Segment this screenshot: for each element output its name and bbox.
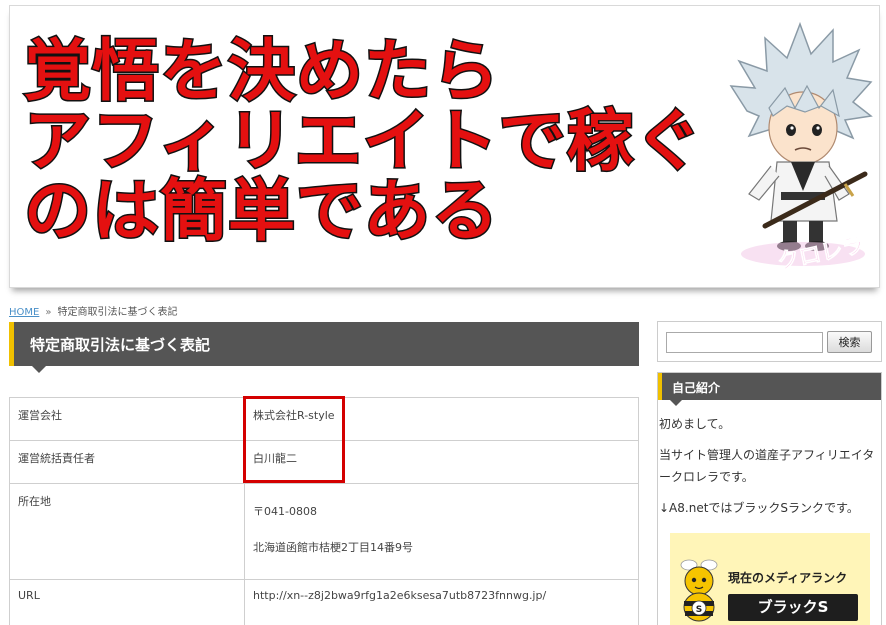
svg-text:S: S — [696, 605, 702, 615]
profile-heading: 自己紹介 — [672, 381, 721, 395]
search-input[interactable] — [666, 332, 823, 353]
row-value-address: 〒041-0808 北海道函館市桔梗2丁目14番9号 — [244, 483, 639, 580]
banner-headline-line-3: のは簡単である — [22, 172, 500, 250]
postal-code: 〒041-0808 — [253, 505, 317, 518]
sidebar-search-widget: 検索 — [657, 321, 882, 362]
profile-description: 当サイト管理人の道産子アフィリエイタークロレラです。 — [659, 448, 875, 484]
sidebar-profile-widget: 自己紹介 初めまして。 当サイト管理人の道産子アフィリエイタークロレラです。 ↓… — [657, 372, 882, 625]
page-title-bar: 特定商取引法に基づく表記 — [9, 322, 639, 373]
bee-mascot-icon: S — [680, 559, 718, 622]
breadcrumb: HOME » 特定商取引法に基づく表記 — [9, 303, 177, 318]
breadcrumb-separator: » — [45, 307, 52, 318]
mascot-illustration: クロレラ — [729, 21, 873, 276]
row-label-address: 所在地 — [9, 483, 245, 580]
header-banner[interactable]: 覚悟を決めたら アフィリエイトで稼ぐ のは簡単である クロレラ — [9, 5, 880, 288]
row-label-manager: 運営統括責任者 — [9, 440, 245, 484]
profile-pointer-arrow — [670, 400, 682, 406]
rank-badge-title: 現在のメディアランク — [728, 571, 848, 585]
row-label-url: URL — [9, 579, 245, 625]
row-value-url[interactable]: http://xn--z8j2bwa9rfg1a2e6ksesa7utb8723… — [244, 579, 639, 625]
page-title: 特定商取引法に基づく表記 — [30, 336, 211, 354]
banner-headline-line-1: 覚悟を決めたら — [23, 32, 501, 110]
banner-headline-line-2: アフィリエイトで稼ぐ — [23, 102, 704, 180]
profile-greeting: 初めまして。 — [659, 417, 731, 431]
street-address: 北海道函館市桔梗2丁目14番9号 — [253, 541, 413, 554]
profile-rank-note: ↓A8.netではブラックSランクです。 — [659, 501, 859, 515]
row-label-company: 運営会社 — [9, 397, 245, 441]
title-pointer-arrow — [32, 366, 46, 373]
rank-badge-label: ブラックS — [728, 594, 858, 621]
media-rank-badge[interactable]: S 現在のメディアランク ブラックS — [670, 533, 870, 625]
breadcrumb-current: 特定商取引法に基づく表記 — [57, 307, 178, 318]
breadcrumb-home-link[interactable]: HOME — [9, 307, 39, 318]
profile-header: 自己紹介 — [658, 373, 881, 400]
red-highlight-annotation — [243, 396, 345, 483]
search-button[interactable]: 検索 — [827, 331, 872, 353]
table-row: URL http://xn--z8j2bwa9rfg1a2e6ksesa7utb… — [9, 579, 639, 625]
table-row: 所在地 〒041-0808 北海道函館市桔梗2丁目14番9号 — [9, 483, 639, 580]
